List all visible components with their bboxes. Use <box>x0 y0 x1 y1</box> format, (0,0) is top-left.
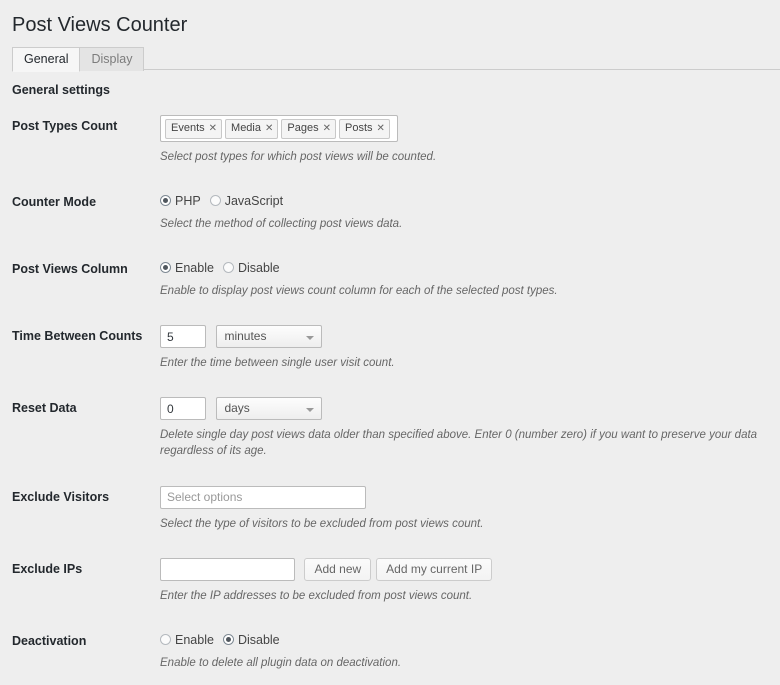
radio-indicator <box>222 262 234 274</box>
row-exclude-visitors: Exclude Visitors Select options Select t… <box>0 472 780 544</box>
radio-label: PHP <box>175 194 201 209</box>
field-counter-mode: PHP JavaScript Select the method of colle… <box>160 177 780 244</box>
chevron-down-icon <box>306 336 315 341</box>
add-current-ip-button[interactable]: Add my current IP <box>376 557 493 581</box>
time-between-counts-input[interactable] <box>160 325 206 349</box>
reset-data-unit-select[interactable]: days <box>216 397 323 421</box>
label-deactivation: Deactivation <box>12 633 87 648</box>
radio-deactivation-disable[interactable]: Disable <box>222 632 280 648</box>
row-counter-mode: Counter Mode PHP JavaScript Select the me… <box>0 177 780 244</box>
row-deactivation: Deactivation Enable Disable Enable to del… <box>0 616 780 683</box>
field-reset-data: days Delete single day post views data o… <box>160 383 780 471</box>
page-title: Post Views Counter <box>12 14 188 36</box>
radio-indicator <box>160 262 171 274</box>
exclude-ips-input[interactable] <box>160 557 295 581</box>
selected-unit-label: minutes <box>224 329 267 344</box>
label-post-views-column: Post Views Column <box>12 262 128 277</box>
chip-remove-icon[interactable]: ✕ <box>323 122 331 136</box>
label-time-between-counts: Time Between Counts <box>12 329 143 344</box>
chevron-down-icon <box>306 408 315 413</box>
description-reset-data: Delete single day post views data older … <box>160 429 758 458</box>
exclude-visitors-placeholder: Select options <box>167 489 243 504</box>
row-reset-data: Reset Data days Delete single day post v… <box>0 383 780 471</box>
radio-deactivation-enable[interactable]: Enable <box>160 632 214 648</box>
description-counter-mode: Select the method of collecting post vie… <box>160 218 403 231</box>
chip-pages[interactable]: Pages ✕ <box>281 119 336 139</box>
radio-label: JavaScript <box>224 194 284 209</box>
description-exclude-visitors: Select the type of visitors to be exclud… <box>160 517 484 530</box>
deactivation-radio-group: Enable Disable <box>160 630 770 648</box>
chip-posts[interactable]: Posts ✕ <box>338 119 390 139</box>
radio-label: Enable <box>175 632 214 647</box>
row-post-views-column: Post Views Column Enable Disable Enable t… <box>0 244 780 311</box>
settings-form-table: Post Types Count Events ✕ Media ✕ Pages ✕ Post… <box>0 101 780 683</box>
description-time-between-counts: Enter the time between single user visit… <box>160 357 395 370</box>
tab-bar: General Display <box>12 46 780 72</box>
tab-display[interactable]: Display <box>79 47 145 71</box>
row-post-types-count: Post Types Count Events ✕ Media ✕ Pages ✕ Post… <box>0 101 780 177</box>
post-views-column-radio-group: Enable Disable <box>160 258 770 276</box>
selected-unit-label: days <box>224 401 250 416</box>
radio-label: Disable <box>237 261 280 276</box>
counter-mode-radio-group: PHP JavaScript <box>160 191 770 209</box>
radio-post-views-column-enable[interactable]: Enable <box>160 260 214 276</box>
description-exclude-ips: Enter the IP addresses to be excluded fr… <box>160 589 473 602</box>
radio-label: Disable <box>237 632 280 647</box>
chip-media[interactable]: Media ✕ <box>225 119 279 139</box>
chip-label: Media <box>231 122 261 134</box>
description-deactivation: Enable to delete all plugin data on deac… <box>160 656 402 669</box>
radio-counter-mode-javascript[interactable]: JavaScript <box>209 193 284 209</box>
field-exclude-ips: Add new Add my current IP Enter the IP ad… <box>160 544 780 616</box>
field-time-between-counts: minutes Enter the time between single us… <box>160 311 780 383</box>
chip-label: Pages <box>287 122 319 134</box>
chip-remove-icon[interactable]: ✕ <box>209 122 217 136</box>
chip-remove-icon[interactable]: ✕ <box>377 122 385 136</box>
chip-label: Posts <box>344 122 373 134</box>
reset-data-input[interactable] <box>160 397 206 421</box>
description-post-types-count: Select post types for which post views w… <box>160 151 437 163</box>
chip-events[interactable]: Events ✕ <box>165 119 223 139</box>
field-post-views-column: Enable Disable Enable to display post vie… <box>160 244 780 311</box>
radio-indicator <box>209 195 221 207</box>
add-new-ip-button[interactable]: Add new <box>304 557 372 581</box>
description-post-views-column: Enable to display post views count colum… <box>160 285 558 298</box>
time-between-counts-unit-select[interactable]: minutes <box>216 325 323 349</box>
radio-label: Enable <box>175 261 214 276</box>
section-heading: General settings <box>12 83 110 97</box>
radio-indicator <box>160 195 171 207</box>
field-post-types-count: Events ✕ Media ✕ Pages ✕ Posts ✕ Select post ty… <box>160 101 780 177</box>
radio-post-views-column-disable[interactable]: Disable <box>222 260 280 276</box>
post-types-multiselect[interactable]: Events ✕ Media ✕ Pages ✕ Posts ✕ <box>160 115 398 142</box>
radio-indicator <box>222 633 234 645</box>
field-exclude-visitors: Select options Select the type of visito… <box>160 472 780 544</box>
label-post-types-count: Post Types Count <box>12 119 118 133</box>
settings-page: Post Views Counter General Display Genera… <box>0 0 780 685</box>
exclude-visitors-multiselect[interactable]: Select options <box>160 485 366 509</box>
tab-general[interactable]: General <box>12 47 81 72</box>
row-time-between-counts: Time Between Counts minutes Enter the ti… <box>0 311 780 383</box>
radio-indicator <box>160 633 171 645</box>
label-reset-data: Reset Data <box>12 401 77 416</box>
field-deactivation: Enable Disable Enable to delete all plugi… <box>160 616 780 683</box>
row-exclude-ips: Exclude IPs Add new Add my current IP Ent… <box>0 544 780 616</box>
chip-remove-icon[interactable]: ✕ <box>265 122 273 136</box>
radio-counter-mode-php[interactable]: PHP <box>160 193 201 209</box>
chip-label: Events <box>171 122 205 134</box>
label-exclude-visitors: Exclude Visitors <box>12 489 110 504</box>
label-exclude-ips: Exclude IPs <box>12 561 83 576</box>
label-counter-mode: Counter Mode <box>12 195 97 210</box>
